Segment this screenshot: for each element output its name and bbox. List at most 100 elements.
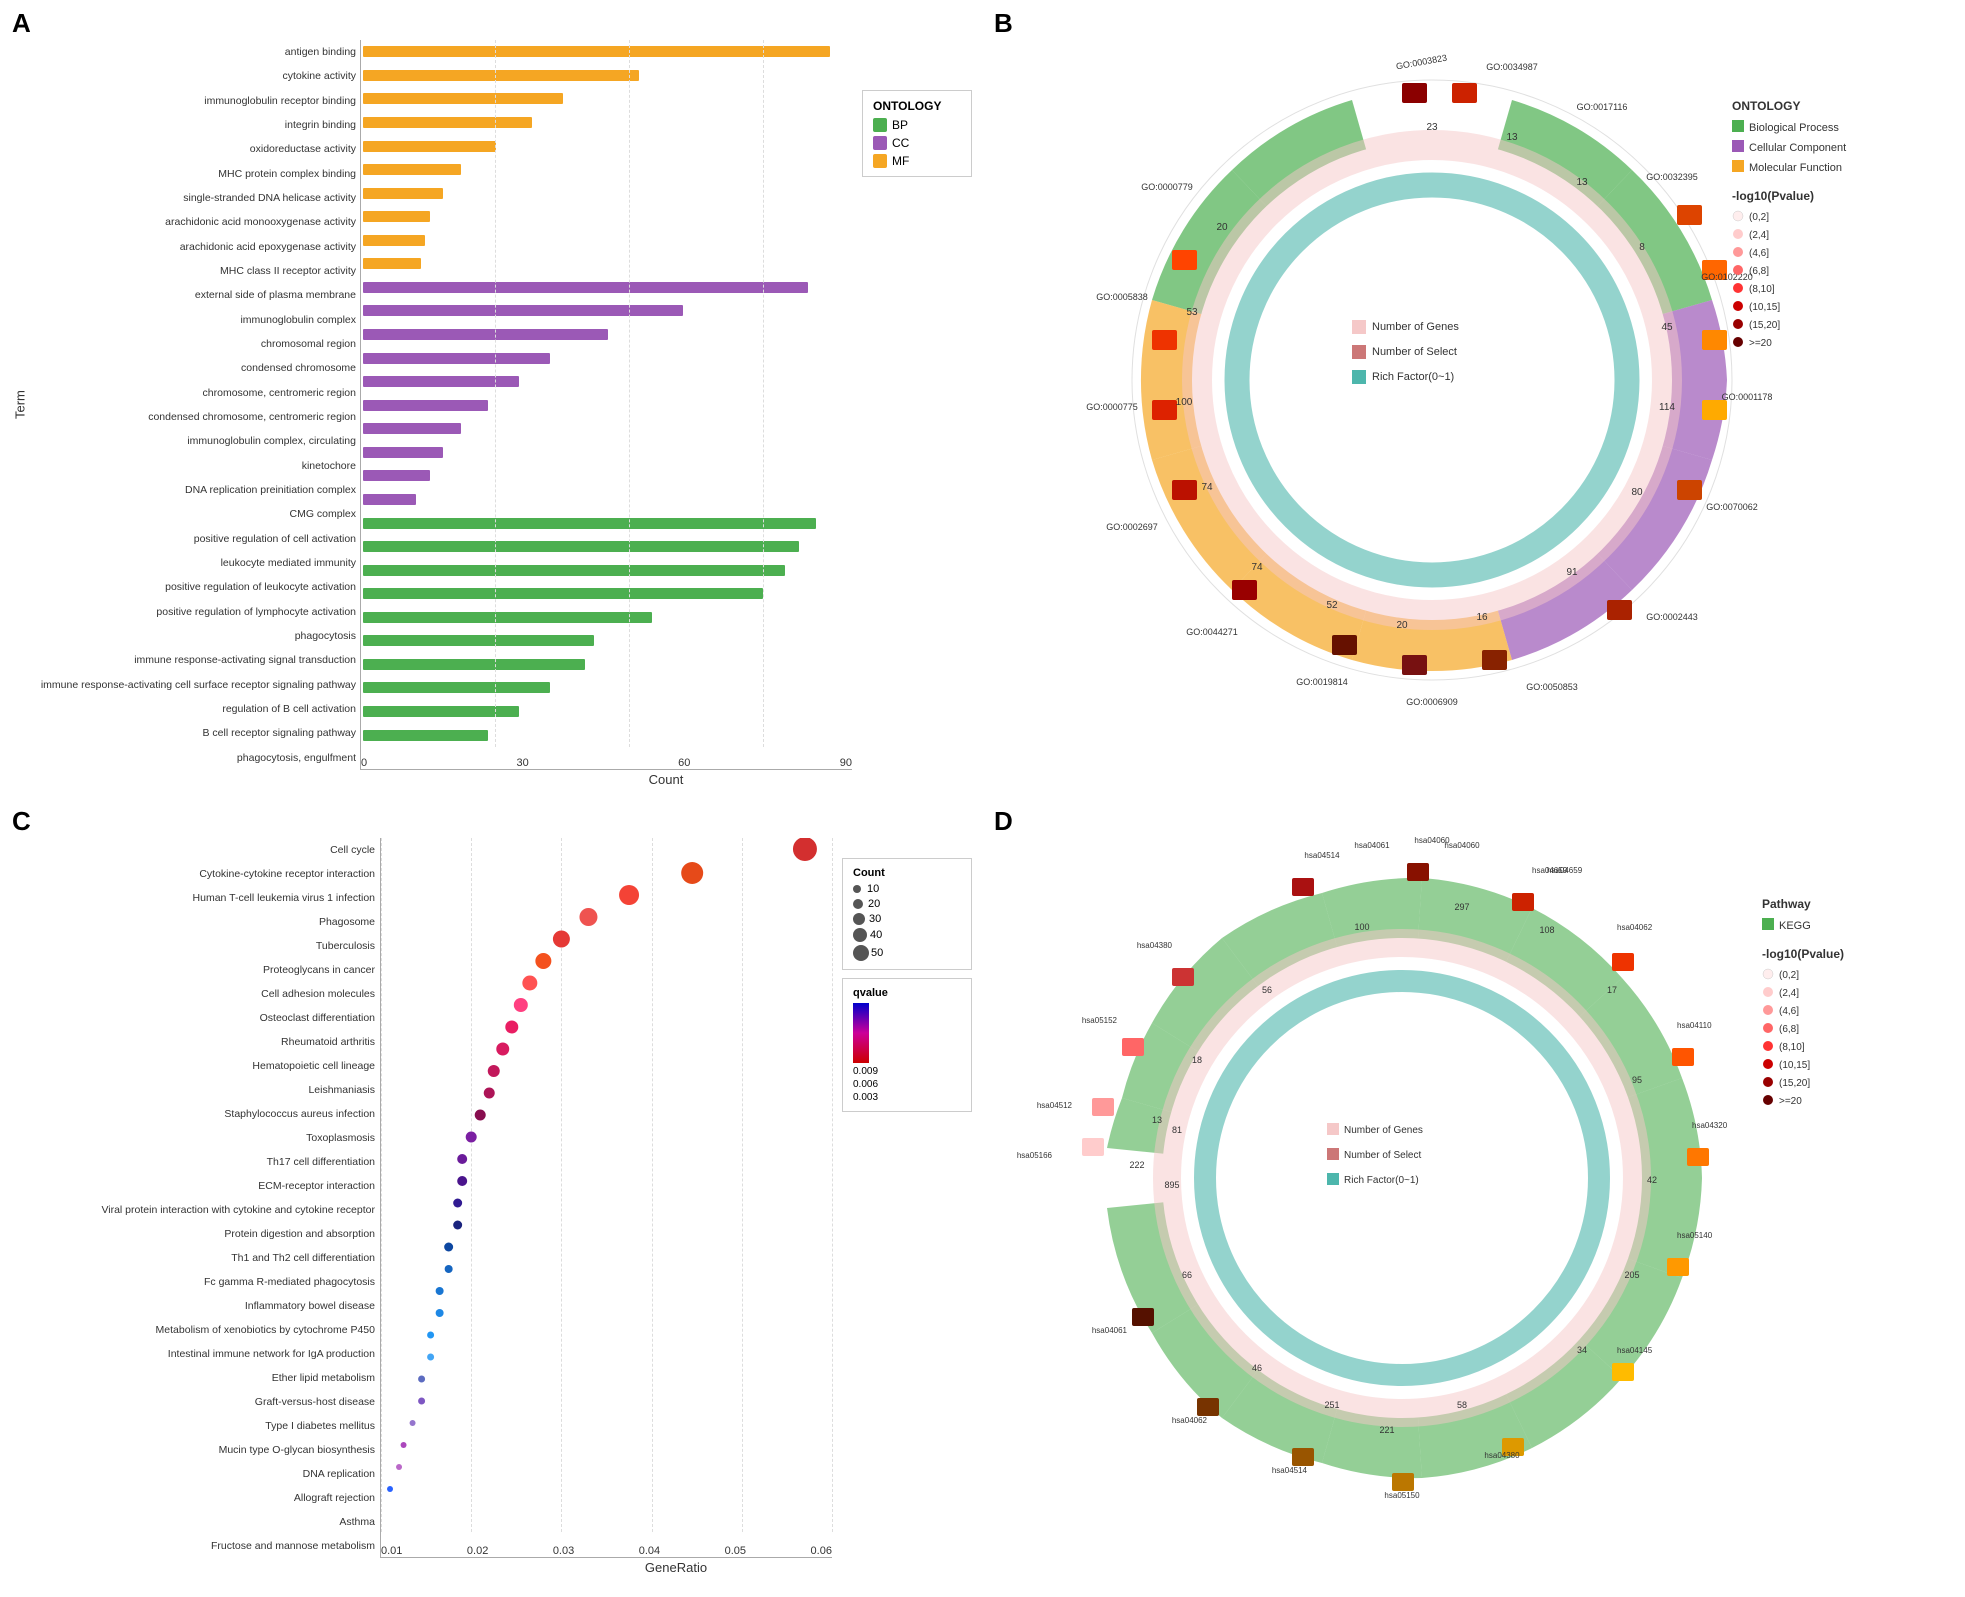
bar-row-27	[363, 657, 852, 671]
bar-label-23: positive regulation of leukocyte activat…	[165, 581, 356, 593]
svg-text:hsa04061: hsa04061	[1354, 841, 1390, 850]
svg-text:GO:0006909: GO:0006909	[1406, 697, 1458, 707]
svg-text:(8,10]: (8,10]	[1779, 1042, 1805, 1053]
svg-text:205: 205	[1624, 1270, 1639, 1280]
svg-text:45: 45	[1661, 322, 1673, 333]
bar-chart-area: 0 30 60 90	[360, 40, 852, 770]
svg-text:hsa04380: hsa04380	[1484, 1451, 1520, 1460]
dot-label-2: Cytokine-cytokine receptor interaction	[199, 868, 375, 880]
bar-label-19: DNA replication preinitiation complex	[185, 484, 356, 496]
dot-label-27: DNA replication	[303, 1468, 375, 1480]
svg-text:52: 52	[1326, 600, 1338, 611]
dot-4	[579, 908, 597, 926]
svg-text:(4,6]: (4,6]	[1749, 248, 1769, 259]
dot-15	[457, 1154, 467, 1164]
svg-text:91: 91	[1566, 567, 1578, 578]
dot-24	[427, 1354, 434, 1361]
dot-label-7: Cell adhesion molecules	[261, 988, 375, 1000]
svg-text:18: 18	[1192, 1055, 1202, 1065]
dot-5	[553, 931, 570, 948]
dot-20	[445, 1265, 453, 1273]
bar-label-21: positive regulation of cell activation	[194, 533, 356, 545]
dot-label-17: Protein digestion and absorption	[224, 1228, 375, 1240]
dot-label-20: Inflammatory bowel disease	[245, 1300, 375, 1312]
dot-25	[418, 1376, 425, 1383]
x-tick-60: 60	[678, 757, 690, 769]
bar-label-13: chromosomal region	[261, 338, 356, 350]
svg-text:hsa04320: hsa04320	[1692, 1121, 1728, 1130]
svg-text:95: 95	[1632, 1075, 1642, 1085]
svg-text:>=20: >=20	[1779, 1096, 1802, 1107]
x-tick-c-1: 0.01	[381, 1545, 402, 1557]
bar-row-2	[363, 68, 852, 82]
bar-row-14	[363, 351, 852, 365]
dot-label-3: Human T-cell leukemia virus 1 infection	[193, 892, 375, 904]
dot-23	[427, 1332, 434, 1339]
svg-text:20: 20	[1396, 620, 1408, 631]
bar-row-20	[363, 492, 852, 506]
bar-row-10	[363, 257, 852, 271]
bar-label-8: arachidonic acid monooxygenase activity	[165, 216, 356, 228]
svg-text:74: 74	[1251, 562, 1263, 573]
dot-label-4: Phagosome	[319, 916, 375, 928]
svg-text:hsa05140: hsa05140	[1677, 1231, 1713, 1240]
svg-text:Cellular Component: Cellular Component	[1749, 142, 1846, 154]
dot-label-11: Leishmaniasis	[308, 1084, 375, 1096]
dot-label-10: Hematopoietic cell lineage	[252, 1060, 375, 1072]
svg-text:(15,20]: (15,20]	[1749, 320, 1780, 331]
bar-label-5: oxidoreductase activity	[250, 143, 356, 155]
bar-label-20: CMG complex	[289, 508, 356, 520]
panel-a-label: A	[12, 8, 31, 39]
dot-label-5: Tuberculosis	[316, 940, 375, 952]
svg-text:81: 81	[1172, 1125, 1182, 1135]
bar-row-4	[363, 115, 852, 129]
svg-text:Pathway: Pathway	[1762, 897, 1811, 911]
x-axis-title-c: GeneRatio	[380, 1560, 972, 1575]
dot-7	[522, 976, 537, 991]
dot-label-21: Metabolism of xenobiotics by cytochrome …	[156, 1324, 375, 1336]
svg-text:(2,4]: (2,4]	[1779, 988, 1799, 999]
svg-text:222: 222	[1129, 1160, 1144, 1170]
dot-21	[436, 1287, 444, 1295]
x-tick-c-4: 0.04	[639, 1545, 660, 1557]
svg-text:17: 17	[1607, 985, 1617, 995]
svg-text:hsa04062: hsa04062	[1617, 923, 1653, 932]
svg-text:Biological Process: Biological Process	[1749, 122, 1839, 134]
dot-14	[466, 1132, 477, 1143]
bar-row-9	[363, 233, 852, 247]
svg-text:58: 58	[1457, 1400, 1467, 1410]
dot-17	[453, 1199, 462, 1208]
bar-row-26	[363, 634, 852, 648]
bar-label-7: single-stranded DNA helicase activity	[183, 192, 356, 204]
panel-d-chart: hsa05166 hsa04512 hsa05152 hsa04380 hsa0…	[1002, 808, 1902, 1568]
svg-text:hsa04514: hsa04514	[1272, 1466, 1308, 1475]
svg-text:hsa04512: hsa04512	[1037, 1101, 1073, 1110]
svg-text:hsa04659: hsa04659	[1547, 866, 1583, 875]
svg-text:-log10(Pvalue): -log10(Pvalue)	[1762, 947, 1844, 961]
bar-label-30: phagocytosis, engulfment	[237, 752, 356, 764]
x-tick-c-6: 0.06	[811, 1545, 832, 1557]
bar-row-12	[363, 304, 852, 318]
svg-text:GO:0002443: GO:0002443	[1646, 612, 1698, 622]
panel-b-label: B	[994, 8, 1013, 39]
svg-text:hsa04380: hsa04380	[1137, 941, 1173, 950]
svg-text:>=20: >=20	[1749, 338, 1772, 349]
dot-label-8: Osteoclast differentiation	[260, 1012, 375, 1024]
dot-label-13: Toxoplasmosis	[306, 1132, 375, 1144]
dot-label-1: Cell cycle	[330, 844, 375, 856]
svg-text:GO:0070062: GO:0070062	[1706, 502, 1758, 512]
bar-row-7	[363, 186, 852, 200]
dotplot-area: 0.01 0.02 0.03 0.04 0.05 0.06	[380, 838, 832, 1558]
svg-text:251: 251	[1324, 1400, 1339, 1410]
svg-text:297: 297	[1454, 902, 1469, 912]
dot-10	[496, 1043, 509, 1056]
bar-row-15	[363, 375, 852, 389]
panel-b-chart: GO:0003823 GO:0034987 GO:0017116 GO:0032…	[1002, 10, 1902, 770]
svg-text:Number of Select: Number of Select	[1372, 346, 1457, 358]
bar-row-22	[363, 540, 852, 554]
dot-label-12: Staphylococcus aureus infection	[224, 1108, 375, 1120]
bar-row-11	[363, 280, 852, 294]
svg-text:GO:0017116: GO:0017116	[1577, 102, 1628, 112]
dot-16	[457, 1176, 467, 1186]
legend-a: ONTOLOGY BP CC MF	[862, 90, 972, 770]
